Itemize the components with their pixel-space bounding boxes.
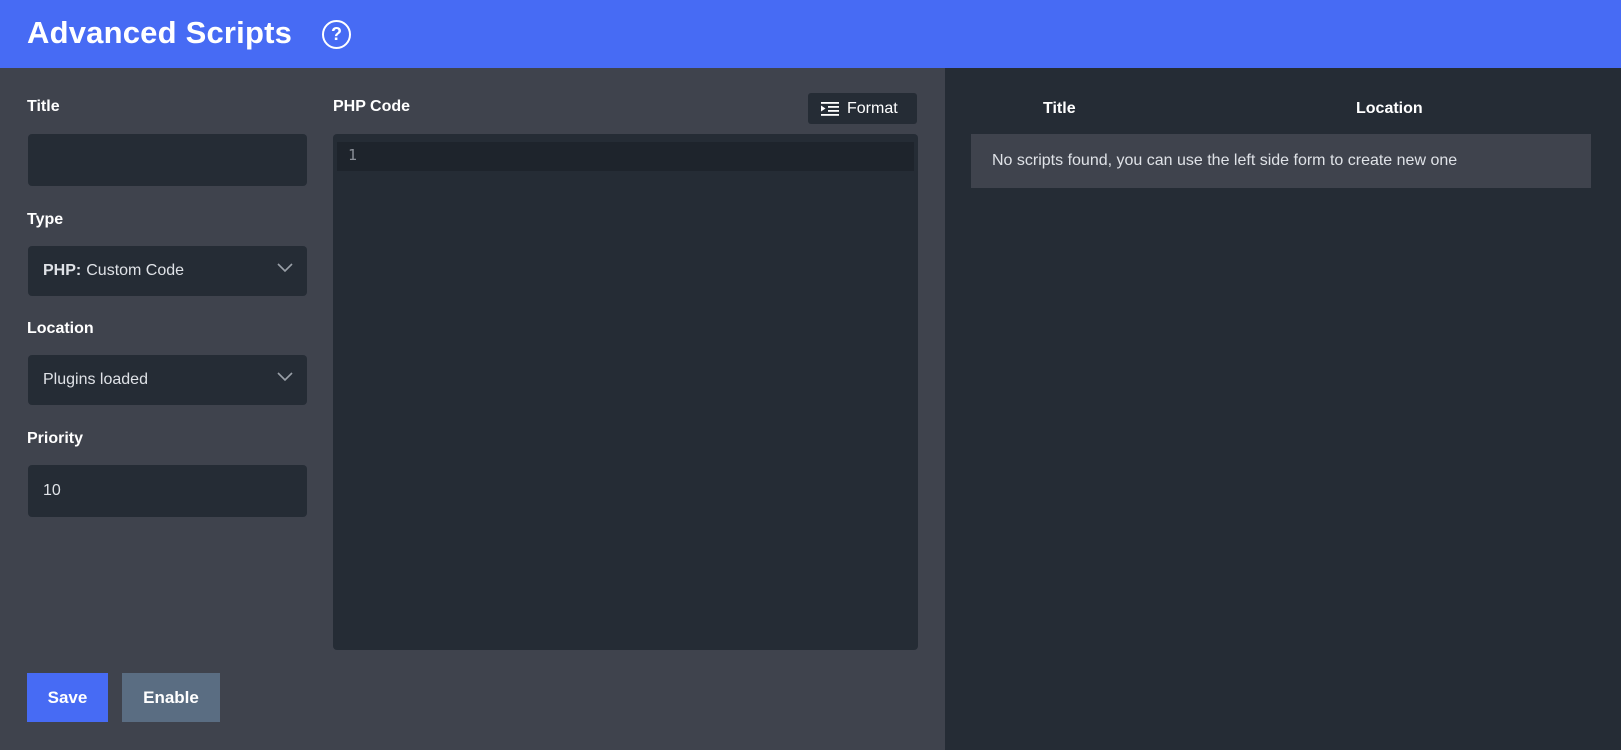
location-select[interactable]: Plugins loaded xyxy=(28,355,307,405)
active-line-highlight xyxy=(337,142,914,171)
php-code-editor[interactable]: 1 xyxy=(333,134,918,650)
title-input[interactable] xyxy=(28,134,307,186)
chevron-down-icon xyxy=(277,263,293,273)
priority-label: Priority xyxy=(27,430,84,447)
location-label: Location xyxy=(27,320,94,337)
empty-state-message: No scripts found, you can use the left s… xyxy=(971,134,1591,188)
type-value: Custom Code xyxy=(86,262,185,279)
line-number: 1 xyxy=(348,146,358,164)
help-icon[interactable]: ? xyxy=(322,20,351,49)
location-value: Plugins loaded xyxy=(43,371,148,388)
type-prefix: PHP: xyxy=(43,262,82,279)
type-select[interactable]: PHP: Custom Code xyxy=(28,246,307,296)
priority-input[interactable] xyxy=(28,465,307,517)
page-title: Advanced Scripts xyxy=(27,15,293,50)
app-header: Advanced Scripts ? xyxy=(0,0,1621,68)
type-label: Type xyxy=(27,211,64,228)
php-code-label: PHP Code xyxy=(333,98,411,115)
save-button[interactable]: Save xyxy=(27,673,108,722)
column-header-title[interactable]: Title xyxy=(1043,100,1076,118)
indent-lines-icon xyxy=(821,101,839,116)
column-header-location[interactable]: Location xyxy=(1356,100,1423,118)
title-label: Title xyxy=(27,98,60,115)
format-button[interactable]: Format xyxy=(808,93,917,124)
format-button-label: Format xyxy=(847,99,898,117)
enable-button[interactable]: Enable xyxy=(122,673,220,722)
chevron-down-icon xyxy=(277,372,293,382)
